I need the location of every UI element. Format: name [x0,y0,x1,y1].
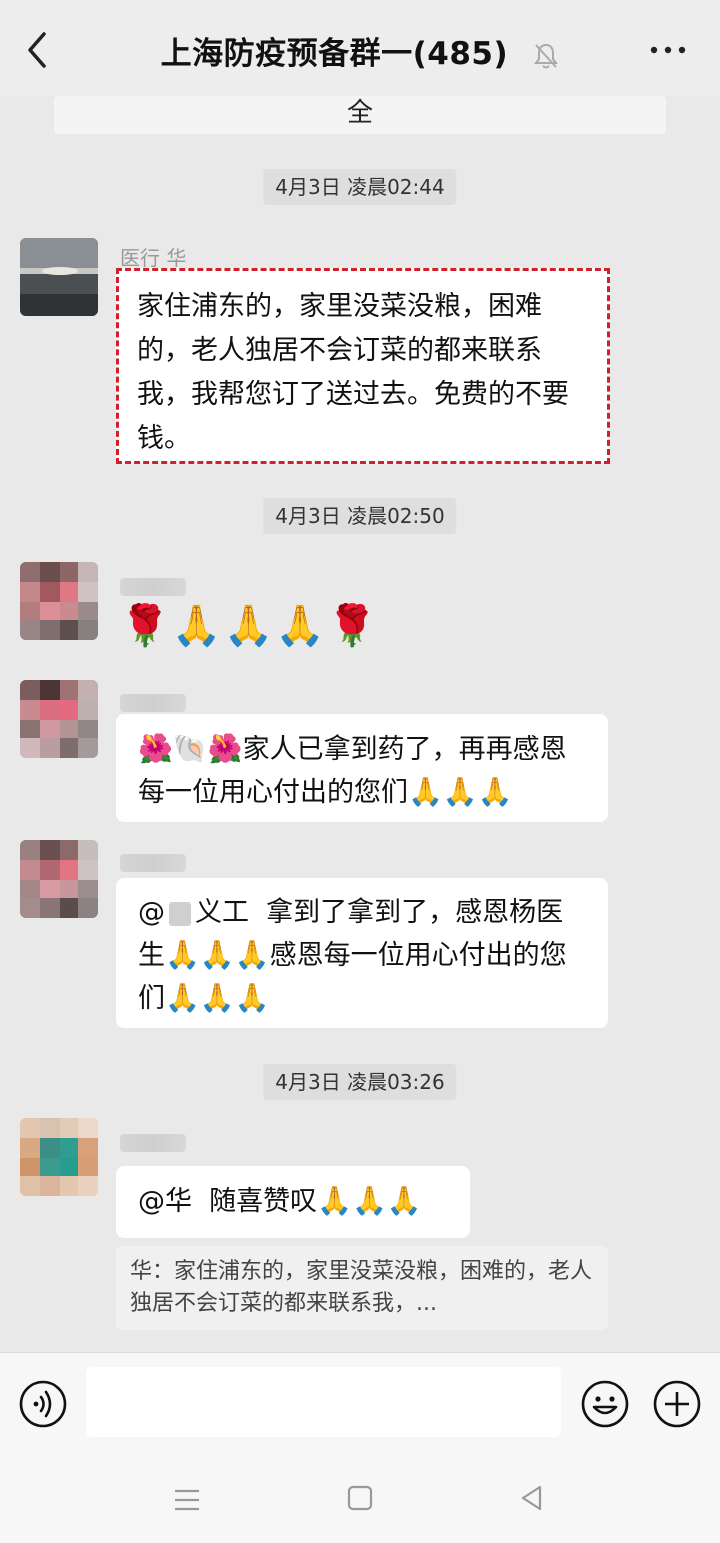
avatar[interactable] [20,238,98,316]
message-input[interactable] [86,1367,561,1437]
chat-title: 上海防疫预备群一(485) [160,36,509,72]
avatar[interactable] [20,680,98,758]
timestamp: 4月3日 凌晨03:26 [263,1064,457,1100]
back-triangle-icon[interactable] [518,1484,546,1512]
chat-header: 上海防疫预备群一(485) [0,0,720,96]
system-nav-bar [0,1452,720,1543]
sender-name-blurred [120,578,186,596]
sender-name-blurred [120,854,186,872]
sender-name: 医行 华 [120,246,187,270]
voice-icon[interactable] [18,1379,68,1429]
message-text: 随喜赞叹 [209,1186,318,1217]
emoji-inline: 🙏🙏🙏 [165,981,270,1014]
avatar[interactable] [20,562,98,640]
mention-prefix: @ [138,897,165,928]
timestamp: 4月3日 凌晨02:50 [263,498,457,534]
emoji-prefix: 🌺🐚🌺 [138,732,243,765]
quoted-message[interactable]: 华：家住浦东的，家里没菜没粮，困难的，老人独居不会订菜的都来联系我，... [116,1246,608,1330]
blurred-mention [169,901,191,926]
message-bubble[interactable]: @ 义工 拿到了拿到了，感恩杨医生🙏🙏🙏感恩每一位用心付出的您们🙏🙏🙏 [116,878,608,1028]
pinned-notice[interactable]: 全 [54,96,666,134]
chat-title-wrap: 上海防疫预备群一(485) [0,28,720,73]
input-bar [0,1352,720,1453]
mention: @华 [138,1186,192,1217]
avatar[interactable] [20,1118,98,1196]
emoji-inline: 🙏🙏🙏 [165,938,270,971]
mention-name: 义工 [195,897,249,928]
menu-icon[interactable] [172,1486,202,1514]
timestamp: 4月3日 凌晨02:44 [263,169,457,205]
plus-circle-icon[interactable] [652,1379,702,1429]
emoji-icon[interactable] [580,1379,630,1429]
avatar[interactable] [20,840,98,918]
more-horizontal-icon[interactable] [650,40,686,60]
emoji-inline: 🙏🙏🙏 [317,1184,422,1217]
sender-name-blurred [120,694,186,712]
message-bubble[interactable]: @华 随喜赞叹🙏🙏🙏 [116,1166,470,1238]
emoji-message[interactable]: 🌹🙏🙏🙏🌹 [120,602,379,649]
bell-off-icon [534,43,559,68]
message-bubble[interactable]: 🌺🐚🌺家人已拿到药了，再再感恩每一位用心付出的您们🙏🙏🙏 [116,714,608,822]
message-text: 家住浦东的，家里没菜没粮，困难的，老人独居不会订菜的都来联系我，我帮您订了送过去… [137,291,569,454]
emoji-suffix: 🙏🙏🙏 [408,775,513,808]
sender-name-blurred [120,1134,186,1152]
chat-area[interactable]: 全 4月3日 凌晨02:44 医行 华 家住浦东的，家里没菜没粮，困难的，老人独… [0,96,720,1352]
message-bubble[interactable]: 家住浦东的，家里没菜没粮，困难的，老人独居不会订菜的都来联系我，我帮您订了送过去… [116,268,610,464]
home-square-icon[interactable] [346,1484,374,1512]
